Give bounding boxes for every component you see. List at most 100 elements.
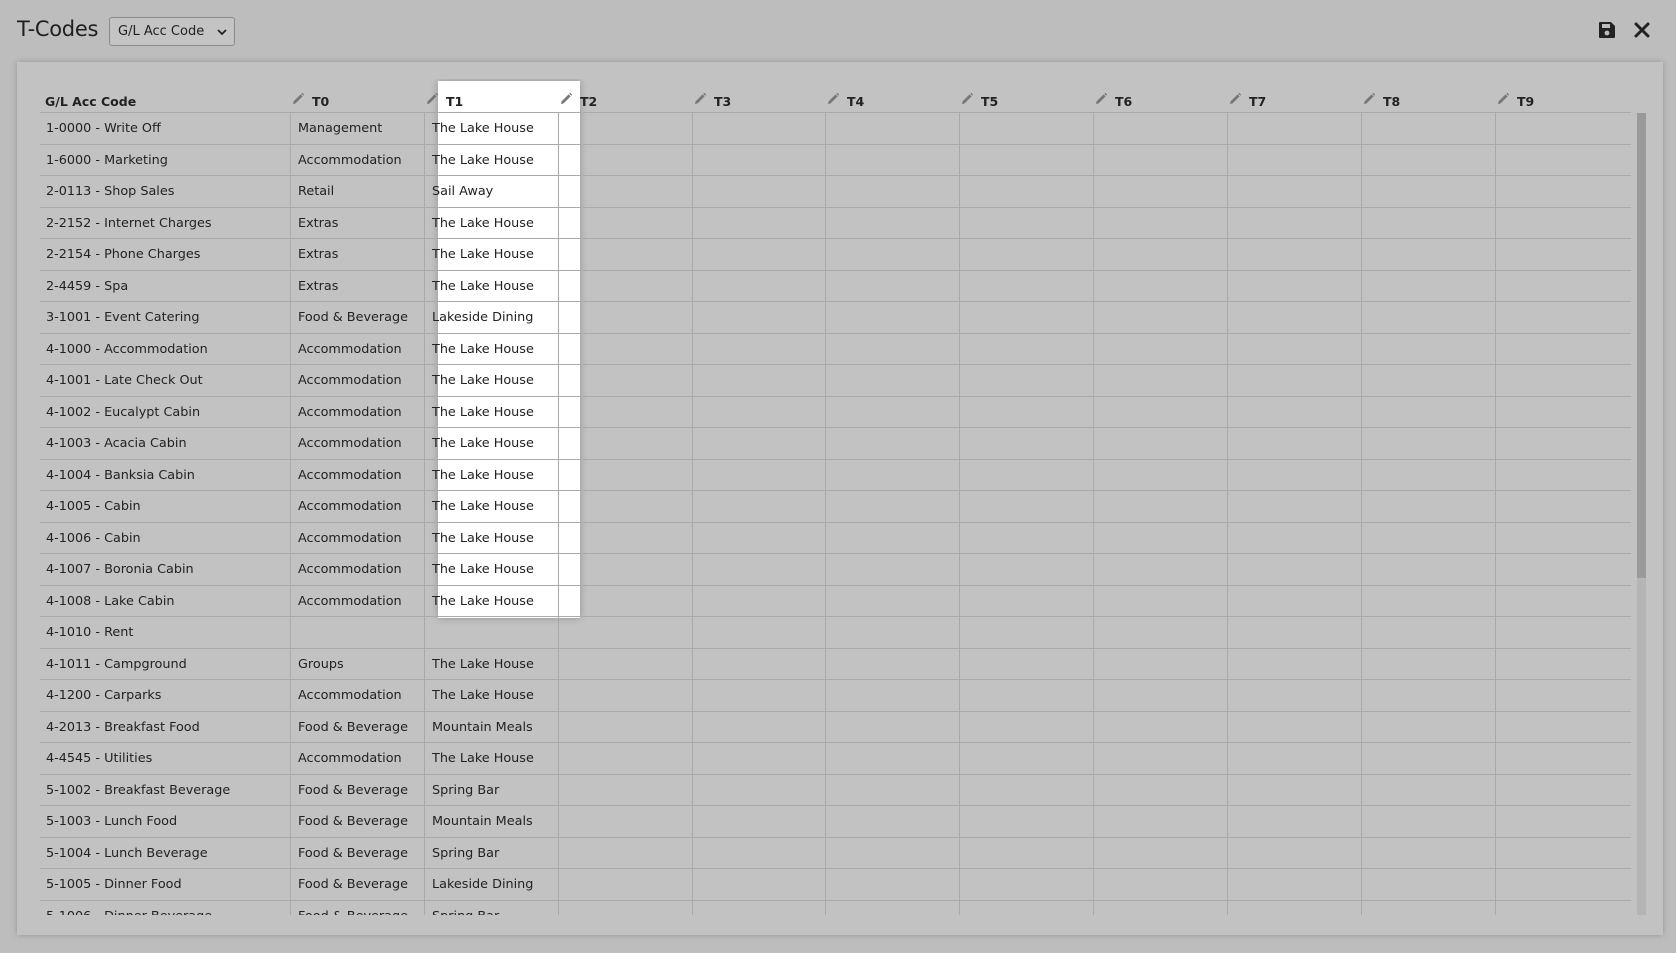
cell-t3[interactable] [692, 239, 825, 271]
table-row[interactable]: 4-1001 - Late Check Out Accommodation The … [40, 364, 1631, 397]
cell-t9[interactable] [1495, 648, 1631, 680]
cell-t6[interactable] [1093, 837, 1227, 869]
cell-t3[interactable] [692, 396, 825, 428]
cell-t4[interactable] [825, 365, 959, 397]
cell-t4[interactable] [825, 270, 959, 302]
cell-t7[interactable] [1227, 270, 1361, 302]
table-row[interactable]: 4-1006 - Cabin Accommodation The Lake Hous… [40, 521, 1631, 554]
cell-t9[interactable] [1495, 837, 1631, 869]
pencil-icon[interactable] [1228, 92, 1242, 106]
cell-t5[interactable] [959, 144, 1093, 176]
cell-t8[interactable] [1361, 774, 1495, 806]
cell-t6[interactable] [1093, 680, 1227, 712]
table-row[interactable]: 2-2154 - Phone Charges Extras The Lake Hou… [40, 238, 1631, 271]
cell-t6[interactable] [1093, 365, 1227, 397]
cell-t9[interactable] [1495, 176, 1631, 208]
cell-t0[interactable]: Accommodation [290, 459, 424, 491]
cell-t0[interactable]: Accommodation [290, 333, 424, 365]
cell-t1[interactable]: Mountain Meals [424, 806, 558, 838]
cell-t5[interactable] [959, 869, 1093, 901]
save-icon[interactable] [1597, 20, 1617, 40]
cell-t9[interactable] [1495, 522, 1631, 554]
cell-t1[interactable]: Lakeside Dining [424, 869, 558, 901]
cell-t9[interactable] [1495, 207, 1631, 239]
cell-t1[interactable]: The Lake House [424, 743, 558, 775]
cell-t1[interactable]: The Lake House [424, 428, 558, 460]
cell-t7[interactable] [1227, 900, 1361, 915]
cell-t9[interactable] [1495, 333, 1631, 365]
cell-t1[interactable]: The Lake House [424, 522, 558, 554]
cell-t9[interactable] [1495, 806, 1631, 838]
view-select[interactable]: G/L Acc Code [109, 17, 235, 46]
cell-t0[interactable]: Extras [290, 270, 424, 302]
table-row[interactable]: 5-1005 - Dinner Food Food & Beverage Lakes… [40, 868, 1631, 901]
cell-t4[interactable] [825, 491, 959, 523]
cell-t0[interactable]: Accommodation [290, 365, 424, 397]
cell-t8[interactable] [1361, 680, 1495, 712]
cell-t5[interactable] [959, 113, 1093, 145]
cell-t3[interactable] [692, 333, 825, 365]
cell-t8[interactable] [1361, 239, 1495, 271]
cell-t9[interactable] [1495, 428, 1631, 460]
cell-t1[interactable]: The Lake House [424, 207, 558, 239]
cell-t3[interactable] [692, 428, 825, 460]
cell-t7[interactable] [1227, 491, 1361, 523]
cell-t3[interactable] [692, 113, 825, 145]
cell-t1[interactable]: The Lake House [424, 144, 558, 176]
cell-t2[interactable] [558, 396, 692, 428]
cell-t3[interactable] [692, 869, 825, 901]
cell-t8[interactable] [1361, 365, 1495, 397]
cell-t5[interactable] [959, 333, 1093, 365]
table-row[interactable]: 4-1200 - Carparks Accommodation The Lake H… [40, 679, 1631, 712]
cell-t4[interactable] [825, 239, 959, 271]
cell-t7[interactable] [1227, 396, 1361, 428]
cell-t7[interactable] [1227, 743, 1361, 775]
cell-t4[interactable] [825, 554, 959, 586]
cell-t4[interactable] [825, 869, 959, 901]
table-row[interactable]: 4-1010 - Rent [40, 616, 1631, 649]
cell-t5[interactable] [959, 428, 1093, 460]
table-row[interactable]: 4-1011 - Campground Groups The Lake House [40, 647, 1631, 680]
cell-t5[interactable] [959, 743, 1093, 775]
cell-t7[interactable] [1227, 617, 1361, 649]
cell-t8[interactable] [1361, 144, 1495, 176]
cell-t2[interactable] [558, 585, 692, 617]
cell-t7[interactable] [1227, 680, 1361, 712]
column-header-t4[interactable]: T4 [825, 79, 959, 113]
cell-t5[interactable] [959, 365, 1093, 397]
cell-t6[interactable] [1093, 522, 1227, 554]
cell-t4[interactable] [825, 648, 959, 680]
cell-t3[interactable] [692, 302, 825, 334]
pencil-icon[interactable] [291, 92, 305, 106]
cell-t3[interactable] [692, 491, 825, 523]
cell-t8[interactable] [1361, 333, 1495, 365]
cell-t0[interactable]: Retail [290, 176, 424, 208]
cell-t4[interactable] [825, 774, 959, 806]
cell-t0[interactable]: Groups [290, 648, 424, 680]
cell-t2[interactable] [558, 806, 692, 838]
cell-t0[interactable]: Food & Beverage [290, 900, 424, 915]
cell-t6[interactable] [1093, 554, 1227, 586]
cell-t8[interactable] [1361, 837, 1495, 869]
cell-t7[interactable] [1227, 711, 1361, 743]
table-row[interactable]: 4-1005 - Cabin Accommodation The Lake Hous… [40, 490, 1631, 523]
cell-t6[interactable] [1093, 869, 1227, 901]
cell-t7[interactable] [1227, 869, 1361, 901]
cell-t2[interactable] [558, 522, 692, 554]
table-row[interactable]: 2-2152 - Internet Charges Extras The Lake … [40, 206, 1631, 239]
cell-t4[interactable] [825, 680, 959, 712]
table-row[interactable]: 3-1001 - Event Catering Food & Beverage La… [40, 301, 1631, 334]
cell-t4[interactable] [825, 522, 959, 554]
cell-t0[interactable]: Food & Beverage [290, 774, 424, 806]
cell-t8[interactable] [1361, 585, 1495, 617]
cell-t7[interactable] [1227, 239, 1361, 271]
cell-t3[interactable] [692, 459, 825, 491]
cell-t4[interactable] [825, 806, 959, 838]
cell-t9[interactable] [1495, 144, 1631, 176]
cell-t0[interactable]: Accommodation [290, 396, 424, 428]
cell-t0[interactable]: Accommodation [290, 585, 424, 617]
cell-t9[interactable] [1495, 869, 1631, 901]
cell-t8[interactable] [1361, 617, 1495, 649]
cell-t0[interactable]: Food & Beverage [290, 711, 424, 743]
cell-t4[interactable] [825, 302, 959, 334]
